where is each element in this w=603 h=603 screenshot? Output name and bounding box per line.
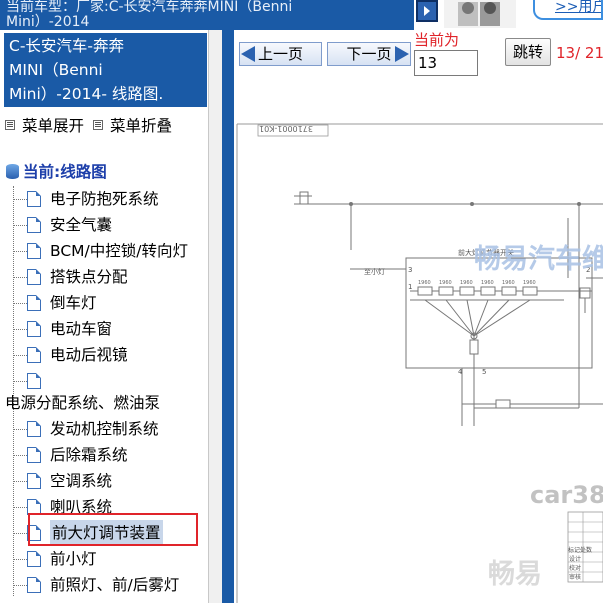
prev-page-label: 上一页: [257, 45, 303, 63]
document-icon: [27, 321, 41, 337]
selection-highlight-box: [28, 513, 198, 546]
vehicle-title-line1: 当前车型：厂家:C-长安汽车奔奔MINI（Benni: [6, 0, 293, 15]
tree-item-label: 前照灯、前/后雾灯: [50, 576, 180, 594]
document-icon: [27, 217, 41, 233]
wiring-diagram: 3710001-K01 前大灯调节器开关 至小灯 3 2 1 1960 1960…: [236, 123, 603, 603]
title-block-text: 设计: [569, 555, 581, 563]
next-page-button[interactable]: 下一页: [327, 42, 411, 66]
document-icon: [27, 243, 41, 259]
tree-item-label: 电子防抱死系统: [50, 190, 159, 208]
collapse-toggle-button[interactable]: [416, 0, 438, 22]
vehicle-title-bar: 当前车型：厂家:C-长安汽车奔奔MINI（Benni Mini）-2014: [0, 0, 414, 30]
panel-splitter[interactable]: [222, 30, 234, 603]
resistor-label: 1960: [460, 280, 473, 286]
collapse-icon: [92, 120, 103, 130]
document-icon: [27, 551, 41, 567]
tree-item-label: 后除霜系统: [50, 446, 128, 464]
tree-item-label: 空调系统: [50, 472, 113, 490]
car-title-line: MINI（Benni: [9, 61, 103, 79]
arrow-left-icon: [241, 46, 255, 62]
pin-label: 5: [482, 368, 486, 376]
document-icon: [27, 373, 41, 389]
menu-collapse-label: 菜单折叠: [109, 117, 172, 135]
vehicle-title-line2: Mini）-2014: [6, 14, 90, 30]
document-icon: [27, 191, 41, 207]
watermark-text: car38: [530, 481, 603, 509]
top-bar: 当前车型：厂家:C-长安汽车奔奔MINI（Benni Mini）-2014 >>…: [0, 0, 603, 30]
page-count: 13/ 21: [556, 44, 603, 62]
watermark-text: 畅易汽车维: [474, 243, 603, 275]
pin-label: 4: [458, 368, 463, 376]
car-title-line: C-长安汽车-奔奔: [9, 37, 125, 55]
pin-label: 3: [408, 266, 412, 274]
jump-button[interactable]: 跳转: [505, 38, 551, 66]
menu-collapse-button[interactable]: 菜单折叠: [92, 114, 172, 136]
menu-expand-button[interactable]: 菜单展开: [5, 114, 84, 136]
banner-image: [444, 0, 516, 28]
title-block-text: 审核: [569, 573, 581, 581]
user-link[interactable]: >>用户: [533, 0, 603, 20]
next-page-label: 下一页: [346, 45, 392, 63]
document-icon: [27, 347, 41, 363]
document-icon: [27, 473, 41, 489]
tree-item-label: 发动机控制系统: [50, 420, 159, 438]
resistor-label: 1960: [523, 280, 536, 286]
arrow-right-icon: [395, 46, 409, 62]
tree-section-label[interactable]: 电源分配系统、燃油泵: [5, 390, 160, 416]
tree-item-label: 电动后视镜: [50, 346, 128, 364]
current-page-label: 当前为: [414, 31, 460, 49]
drawing-code: 3710001-K01: [259, 124, 313, 133]
resistor-label: 1960: [439, 280, 452, 286]
left-label: 至小灯: [364, 267, 385, 276]
document-icon: [27, 577, 41, 593]
title-block-text: 标记处数: [568, 546, 592, 554]
menu-ops: 菜单展开 菜单折叠: [5, 114, 176, 136]
title-block-text: 校对: [569, 564, 581, 572]
resistor-label: 1960: [481, 280, 494, 286]
menu-expand-label: 菜单展开: [22, 117, 85, 135]
document-icon: [27, 447, 41, 463]
prev-page-button[interactable]: 上一页: [239, 42, 322, 66]
page-nav-bar: 上一页 下一页 当前为 跳转 13/ 21: [234, 30, 603, 78]
tree-item-label: 倒车灯: [50, 294, 97, 312]
expand-icon: [5, 120, 15, 130]
database-icon: [6, 164, 19, 179]
document-icon: [27, 295, 41, 311]
tree-item-label: BCM/中控锁/转向灯: [50, 242, 189, 260]
resistor-label: 1960: [502, 280, 515, 286]
tree-item-label: 搭铁点分配: [50, 268, 128, 286]
resistor-label: 1960: [418, 280, 431, 286]
document-icon: [27, 421, 41, 437]
document-icon: [27, 269, 41, 285]
left-scrollbar[interactable]: [208, 30, 222, 603]
tree-item-label: 安全气囊: [50, 216, 113, 234]
tree-root-label: 当前:线路图: [23, 163, 107, 181]
pin-label: 1: [408, 283, 412, 291]
car-title-line: Mini）-2014- 线路图.: [9, 85, 164, 103]
page-number-input[interactable]: [414, 50, 478, 76]
tree-root-current[interactable]: 当前:线路图: [6, 160, 107, 182]
wiring-diagram-viewer[interactable]: 3710001-K01 前大灯调节器开关 至小灯 3 2 1 1960 1960…: [234, 78, 603, 603]
tree-item-label: 前小灯: [50, 550, 97, 568]
tree-item-label: 电动车窗: [50, 320, 113, 338]
watermark-text: 畅易: [488, 559, 542, 590]
car-model-header: C-长安汽车-奔奔 MINI（Benni Mini）-2014- 线路图.: [4, 33, 207, 107]
